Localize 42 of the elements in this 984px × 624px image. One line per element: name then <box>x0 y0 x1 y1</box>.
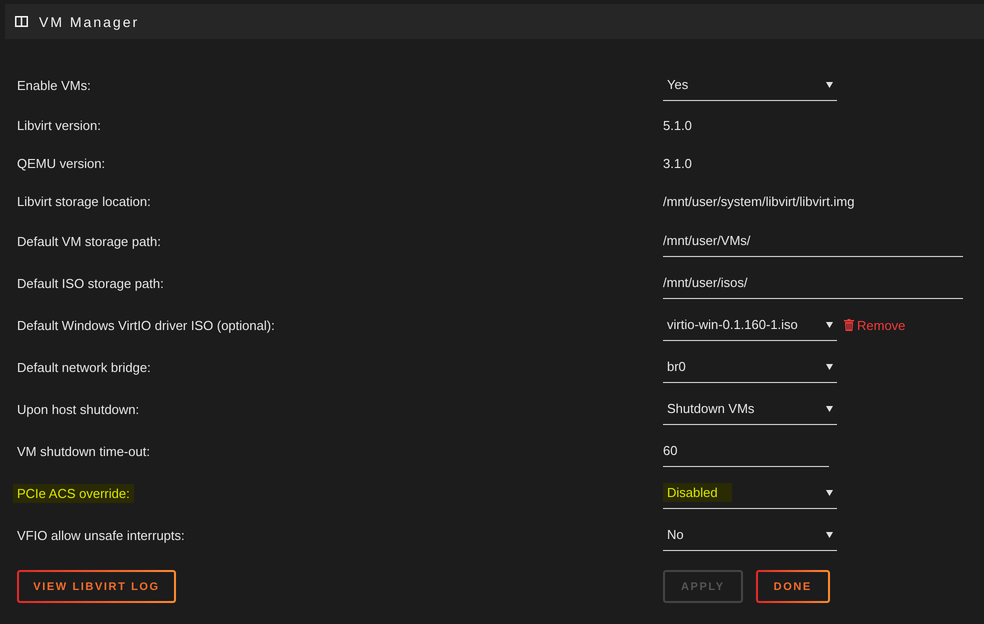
setting-value: 3.1.0 <box>663 156 692 170</box>
path-input[interactable]: /mnt/user/isos/ <box>663 268 963 298</box>
number-input[interactable]: 60 <box>663 436 829 466</box>
dropdown[interactable]: Disabled <box>663 478 837 508</box>
caret-icon <box>826 82 833 88</box>
dropdown-value: virtio-win-0.1.160-1.iso <box>667 316 798 333</box>
setting-label: Upon host shutdown: <box>17 402 140 416</box>
dropdown-value: No <box>667 526 684 543</box>
dropdown-value: Disabled <box>663 483 732 502</box>
caret-icon <box>826 490 833 496</box>
setting-label: QEMU version: <box>17 156 106 170</box>
caret-icon <box>826 322 833 328</box>
dropdown[interactable]: No <box>663 520 837 550</box>
setting-label: Default VM storage path: <box>17 234 161 248</box>
setting-label: Libvirt version: <box>17 118 101 132</box>
setting-label: Default ISO storage path: <box>17 276 164 290</box>
setting-label: Default network bridge: <box>17 360 151 374</box>
caret-icon <box>826 406 833 412</box>
action-button[interactable]: VIEW LIBVIRT LOG <box>17 570 176 603</box>
caret-icon <box>826 532 833 538</box>
dropdown[interactable]: virtio-win-0.1.160-1.iso <box>663 310 837 340</box>
dropdown[interactable]: Yes <box>663 70 837 100</box>
panel-title: VM Manager <box>39 14 140 30</box>
setting-label: VM shutdown time-out: <box>17 444 150 458</box>
setting-value: 5.1.0 <box>663 118 692 132</box>
setting-label: Libvirt storage location: <box>17 194 151 208</box>
dropdown-value: br0 <box>667 358 686 375</box>
setting-value: /mnt/user/system/libvirt/libvirt.img <box>663 194 854 208</box>
trash-icon <box>844 319 854 331</box>
setting-label: VFIO allow unsafe interrupts: <box>17 528 185 542</box>
action-button[interactable]: DONE <box>756 570 830 603</box>
dropdown[interactable]: br0 <box>663 352 837 382</box>
remove-link[interactable]: Remove <box>844 318 906 332</box>
dropdown-value: Yes <box>667 76 688 93</box>
setting-label: Default Windows VirtIO driver ISO (optional): <box>17 318 275 332</box>
path-input[interactable]: /mnt/user/VMs/ <box>663 226 963 256</box>
columns-icon <box>15 16 28 27</box>
caret-icon <box>826 364 833 370</box>
dropdown-value: Shutdown VMs <box>667 400 754 417</box>
setting-label: PCIe ACS override: <box>13 484 134 502</box>
dropdown[interactable]: Shutdown VMs <box>663 394 837 424</box>
setting-label: Enable VMs: <box>17 78 91 92</box>
